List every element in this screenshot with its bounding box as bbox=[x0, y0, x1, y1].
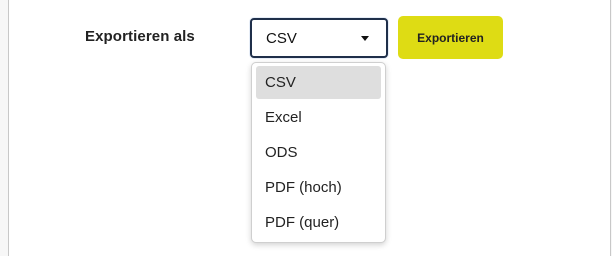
export-as-label: Exportieren als bbox=[85, 28, 195, 45]
export-panel: Exportieren als CSV Exportieren CSV Exce… bbox=[8, 0, 611, 256]
format-option-pdf-landscape[interactable]: PDF (quer) bbox=[256, 206, 381, 239]
caret-down-icon bbox=[361, 36, 369, 41]
format-option-excel[interactable]: Excel bbox=[256, 101, 381, 134]
format-option-pdf-portrait[interactable]: PDF (hoch) bbox=[256, 171, 381, 204]
format-dropdown-list: CSV Excel ODS PDF (hoch) PDF (quer) bbox=[251, 62, 386, 243]
format-option-ods[interactable]: ODS bbox=[256, 136, 381, 169]
export-button[interactable]: Exportieren bbox=[398, 16, 503, 59]
export-format-select[interactable]: CSV bbox=[250, 18, 388, 58]
format-option-csv[interactable]: CSV bbox=[256, 66, 381, 99]
selected-format-value: CSV bbox=[266, 30, 297, 47]
